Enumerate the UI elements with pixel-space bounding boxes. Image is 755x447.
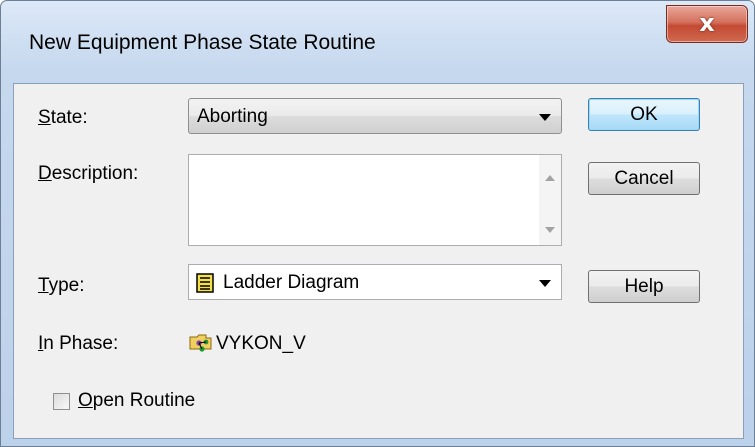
description-scrollbar[interactable] xyxy=(539,155,561,245)
scroll-up-icon[interactable] xyxy=(545,175,555,181)
open-routine-label[interactable]: Open Routine xyxy=(78,390,195,412)
chevron-down-icon xyxy=(539,114,551,121)
dialog-client-area: State: Aborting Description: Type: Ladde… xyxy=(13,83,744,439)
phase-folder-icon xyxy=(189,332,213,359)
scroll-down-icon[interactable] xyxy=(545,227,555,233)
type-dropdown[interactable]: Ladder Diagram xyxy=(188,264,562,300)
close-button[interactable]: x xyxy=(666,5,748,43)
type-label: Type: xyxy=(38,275,85,296)
help-button[interactable]: Help xyxy=(588,270,700,303)
chevron-down-icon xyxy=(539,280,551,287)
description-label: Description: xyxy=(38,163,139,184)
window-title: New Equipment Phase State Routine xyxy=(29,31,376,54)
cancel-button[interactable]: Cancel xyxy=(588,162,700,195)
ok-button[interactable]: OK xyxy=(588,98,700,131)
title-bar[interactable]: New Equipment Phase State Routine x xyxy=(1,1,754,83)
type-value: Ladder Diagram xyxy=(223,272,360,293)
state-value: Aborting xyxy=(197,106,268,127)
open-routine-checkbox[interactable] xyxy=(53,393,70,410)
ladder-diagram-icon xyxy=(196,273,214,298)
dialog-window: New Equipment Phase State Routine x Stat… xyxy=(0,0,755,447)
close-icon: x xyxy=(699,9,715,37)
state-dropdown[interactable]: Aborting xyxy=(188,98,562,134)
in-phase-label: In Phase: xyxy=(38,333,119,354)
state-label: State: xyxy=(38,107,88,128)
description-field[interactable] xyxy=(188,154,562,246)
in-phase-value: VYKON_V xyxy=(216,333,306,354)
